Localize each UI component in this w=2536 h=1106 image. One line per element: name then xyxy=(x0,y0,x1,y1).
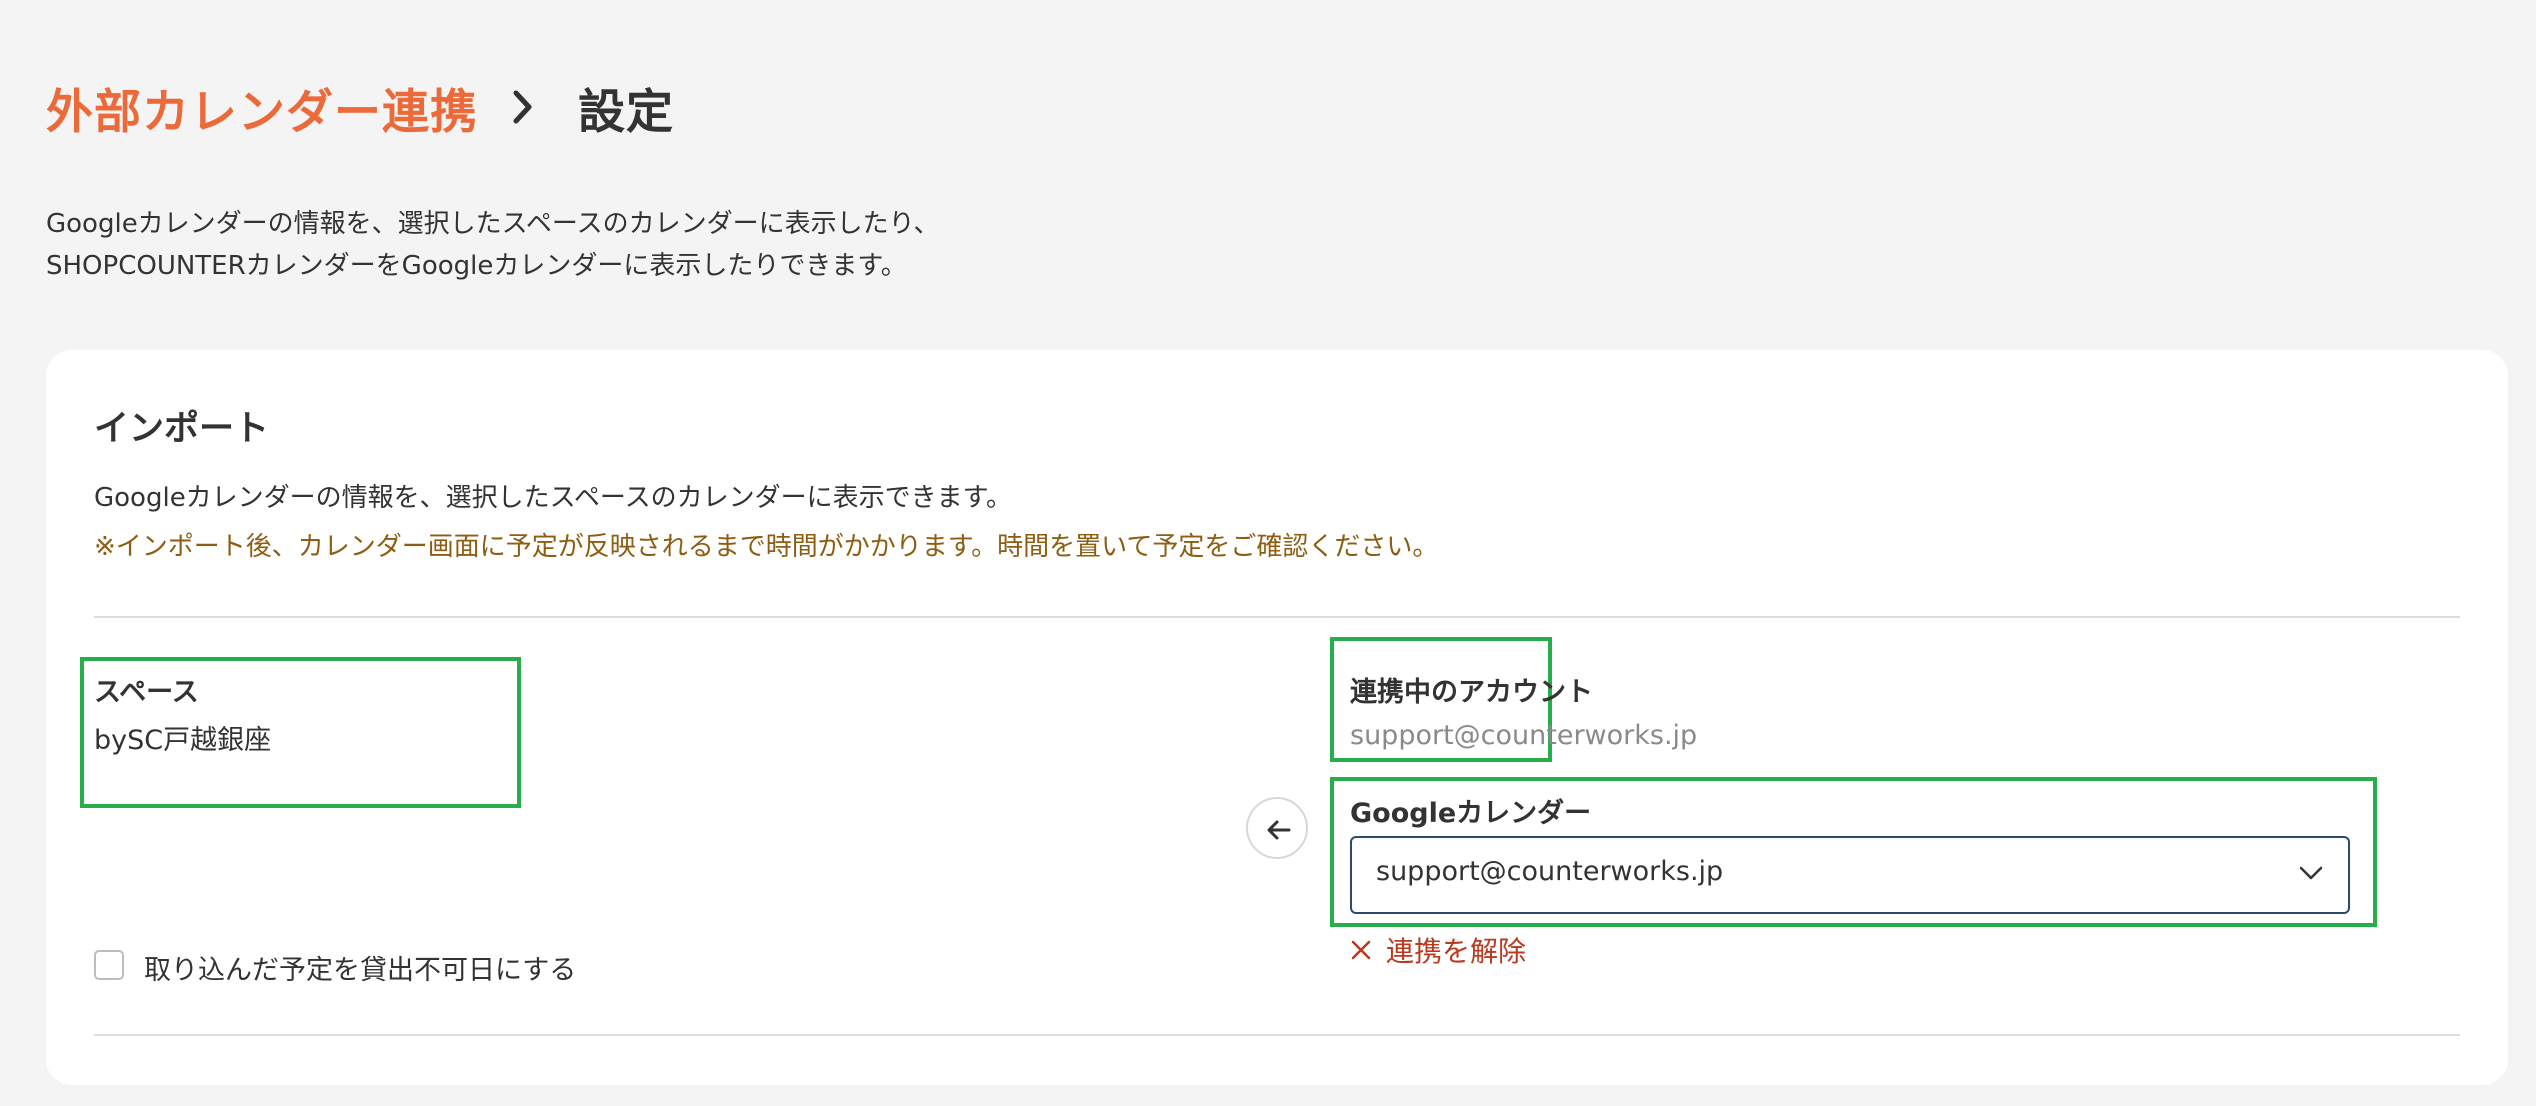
chevron-down-icon xyxy=(2299,866,2323,880)
chevron-right-icon xyxy=(500,72,558,142)
google-calendar-select[interactable]: support@counterworks.jp xyxy=(1350,836,2350,914)
import-note: ※インポート後、カレンダー画面に予定が反映されるまで時間がかかります。時間を置い… xyxy=(94,532,1439,562)
import-direction-button[interactable] xyxy=(1246,797,1308,859)
unlink-button[interactable]: 連携を解除 xyxy=(1350,930,1526,970)
import-card: インポート Googleカレンダーの情報を、選択したスペースのカレンダーに表示で… xyxy=(46,350,2508,1085)
account-label: 連携中のアカウント xyxy=(1350,677,1593,708)
space-label: スペース xyxy=(94,677,199,708)
intro-text: Googleカレンダーの情報を、選択したスペースのカレンダーに表示したり、 SH… xyxy=(46,203,940,287)
breadcrumb: 外部カレンダー連携 設定 xyxy=(46,72,674,142)
account-value: support@counterworks.jp xyxy=(1350,720,1698,751)
unavailable-days-checkbox[interactable] xyxy=(94,950,124,980)
page-title: 設定 xyxy=(578,84,674,140)
unavailable-days-checkbox-label[interactable]: 取り込んだ予定を貸出不可日にする xyxy=(144,948,576,987)
space-value: bySC戸越銀座 xyxy=(94,725,272,756)
import-title: インポート xyxy=(94,409,270,449)
intro-line-1: Googleカレンダーの情報を、選択したスペースのカレンダーに表示したり、 xyxy=(46,209,940,239)
divider-bottom xyxy=(94,1034,2460,1036)
close-icon xyxy=(1351,940,1371,960)
arrow-left-icon xyxy=(1267,820,1291,840)
intro-line-2: SHOPCOUNTERカレンダーをGoogleカレンダーに表示したりできます。 xyxy=(46,251,907,281)
import-description: Googleカレンダーの情報を、選択したスペースのカレンダーに表示できます。 xyxy=(94,483,1012,513)
divider-top xyxy=(94,616,2460,618)
google-calendar-label: Googleカレンダー xyxy=(1350,798,1592,829)
breadcrumb-parent-link[interactable]: 外部カレンダー連携 xyxy=(46,73,478,142)
google-calendar-select-value: support@counterworks.jp xyxy=(1376,856,1724,887)
unlink-label: 連携を解除 xyxy=(1386,935,1527,968)
